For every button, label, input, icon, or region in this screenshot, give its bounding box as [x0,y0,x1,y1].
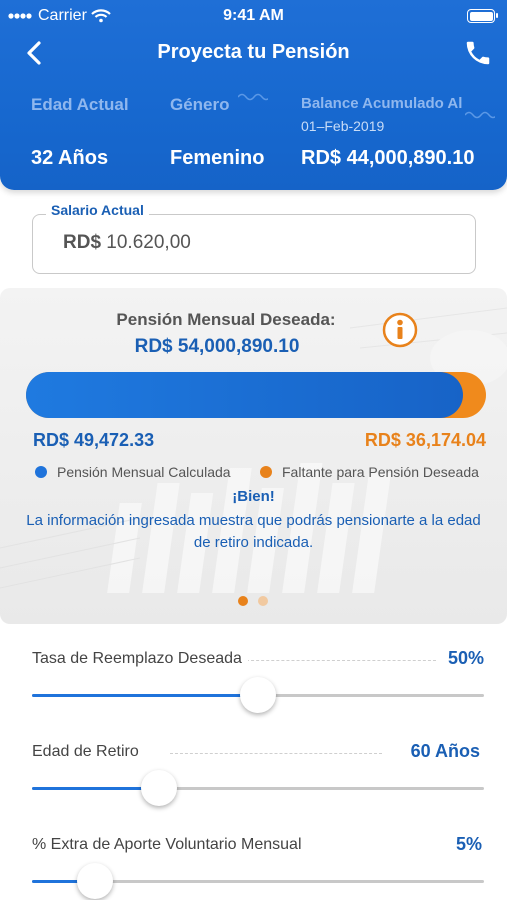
dashed-leader [170,753,382,754]
salary-input[interactable]: RD$ 10.620,00 [32,214,476,274]
slider-track-fill [32,694,258,697]
slider-track[interactable] [32,770,484,806]
balance-label: Balance Acumulado Al [301,95,463,112]
status-time: 9:41 AM [223,7,284,24]
page-indicator[interactable] [238,596,268,606]
slider-thumb[interactable] [77,863,114,899]
slider-track[interactable] [32,863,484,899]
missing-pension-value: RD$ 36,174.04 [364,430,486,450]
slider-track-fill [32,787,159,790]
pension-progress-bar [26,372,486,418]
legend-dot-blue [35,466,47,478]
age-value: 32 Años [31,147,109,169]
dashed-leader [246,660,436,661]
balance-value: RD$ 44,000,890.10 [301,147,475,169]
page-dot[interactable] [258,596,268,606]
info-icon[interactable] [382,312,418,348]
slider-label: Tasa de Reemplazo Deseada [32,650,248,668]
call-button[interactable] [463,38,493,68]
legend-missing: Faltante para Pensión Deseada [260,464,479,480]
gender-label: Género [170,95,230,114]
salary-input-value: RD$ 10.620,00 [63,232,191,254]
slider-thumb[interactable] [240,677,276,713]
slider-value: 50% [447,648,484,668]
slider-value: 5% [455,834,482,854]
slider-track[interactable] [32,677,484,713]
salary-label: Salario Actual [46,202,149,218]
phone-icon [466,41,490,65]
slider-thumb[interactable] [140,770,177,806]
slider-value: 60 Años [410,741,480,761]
nav-bar: Proyecta tu Pensión [0,34,507,74]
gender-block: Género Femenino [170,95,264,169]
slider-label: % Extra de Aporte Voluntario Mensual [32,836,308,854]
gender-value: Femenino [170,147,265,169]
legend-calculated: Pensión Mensual Calculada [35,464,231,480]
page-dot-active[interactable] [238,596,248,606]
status-bar: Carrier 9:41 AM [0,0,507,34]
salary-amount: 10.620,00 [106,232,191,253]
info-circle-icon [382,312,418,348]
profile-summary: Edad Actual 32 Años Género Femenino Bala… [0,95,507,185]
projection-card[interactable]: Pensión Mensual Deseada: RD$ 54,000,890.… [0,288,507,624]
slider-label: Edad de Retiro [32,743,145,761]
page-title: Proyecta tu Pensión [157,41,350,63]
message-body: La información ingresada muestra que pod… [26,512,481,551]
age-block: Edad Actual 32 Años [31,95,129,169]
legend-calculated-label: Pensión Mensual Calculada [57,464,231,480]
battery-icon [467,9,498,23]
calculated-pension-value: RD$ 49,472.33 [33,430,155,450]
message-title: ¡Bien! [232,488,275,505]
legend-missing-label: Faltante para Pensión Deseada [282,464,479,480]
calculated-segment [26,372,463,418]
balance-date: 01–Feb-2019 [301,118,385,134]
desired-pension-value: RD$ 54,000,890.10 [134,336,300,357]
balance-block: Balance Acumulado Al 01–Feb-2019 RD$ 44,… [301,95,474,169]
salary-currency: RD$ [63,232,102,253]
age-label: Edad Actual [31,95,129,114]
legend-dot-orange [260,466,272,478]
header: Carrier 9:41 AM Proyecta tu Pensión Edad… [0,0,507,190]
